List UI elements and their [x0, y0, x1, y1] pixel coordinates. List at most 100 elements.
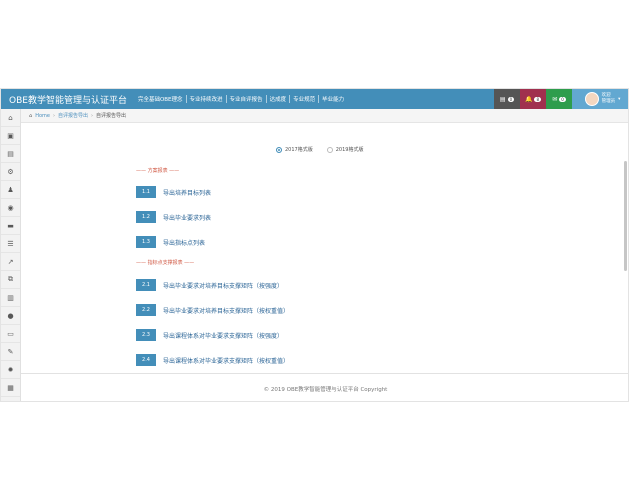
row-number[interactable]: 2.1	[136, 279, 156, 291]
sidebar-item-desktop[interactable]: ▭	[1, 325, 20, 343]
edit-icon: ✎	[7, 347, 14, 356]
caret-down-icon: ▾	[618, 96, 621, 102]
user-icon: ♟	[7, 185, 14, 194]
export-row[interactable]: 1.1 导出培养目标列表	[136, 186, 211, 198]
breadcrumb-level1[interactable]: 自评报告导出	[58, 112, 88, 119]
desktop-icon: ▭	[7, 329, 14, 338]
row-label[interactable]: 导出课程体系对毕业要求支撑矩阵（按权重值）	[163, 356, 289, 365]
format-radio-group: 2017格式版 2019格式版	[276, 146, 363, 153]
sidebar-item-user[interactable]: ♟	[1, 181, 20, 199]
sidebar-item-globe[interactable]: ◉	[1, 199, 20, 217]
line-chart-icon: ↗	[7, 257, 14, 266]
tasks-icon: ▤	[499, 95, 506, 103]
messages-badge: 0	[559, 96, 566, 102]
user-menu[interactable]: 欢迎 管理员 ▾	[572, 89, 628, 109]
row-number[interactable]: 2.2	[136, 304, 156, 316]
breadcrumb: ⌂ Home › 自评报告导出 › 自评报告导出	[21, 109, 628, 123]
radio-dot[interactable]	[276, 146, 282, 153]
sidebar-item-book[interactable]: ▤	[1, 145, 20, 163]
scrollbar-thumb[interactable]	[624, 161, 627, 271]
sidebar-item-collapse[interactable]: «	[1, 397, 20, 403]
export-row[interactable]: 2.1 导出毕业要求对培养目标支撑矩阵（按强度）	[136, 279, 283, 291]
radio-2017-format[interactable]: 2017格式版	[276, 146, 313, 153]
briefcase-icon: ▣	[7, 131, 14, 140]
sidebar-item-line-chart[interactable]: ↗	[1, 253, 20, 271]
topnav-item[interactable]: 毕业能力	[319, 95, 347, 103]
tasks-button[interactable]: ▤ 0	[494, 89, 520, 109]
sidebar-item-archive[interactable]: ▦	[1, 379, 20, 397]
sitemap-icon: ⧉	[8, 275, 13, 283]
sidebar-item-briefcase[interactable]: ▣	[1, 127, 20, 145]
user-name: 管理员	[601, 99, 616, 104]
export-row[interactable]: 1.2 导出毕业要求列表	[136, 211, 211, 223]
row-number[interactable]: 1.1	[136, 186, 156, 198]
user-info: 欢迎 管理员	[602, 93, 616, 105]
sidebar-item-edit[interactable]: ✎	[1, 343, 20, 361]
top-nav: 完全基础OBE理念 专业持续改进 专业自评报告 达成度 专业规范 毕业能力	[135, 95, 347, 103]
brand-title[interactable]: OBE教学智能管理与认证平台	[1, 93, 127, 106]
radio-2019-format[interactable]: 2019格式版	[326, 146, 364, 153]
sidebar-item-bar-chart[interactable]: ▥	[1, 289, 20, 307]
row-label[interactable]: 导出指标点列表	[163, 238, 205, 247]
row-number[interactable]: 1.3	[136, 236, 156, 248]
top-navbar: OBE教学智能管理与认证平台 完全基础OBE理念 专业持续改进 专业自评报告 达…	[1, 89, 628, 109]
folder-icon: ▬	[7, 221, 14, 230]
envelope-icon: ✉	[552, 95, 558, 103]
tasks-badge: 0	[507, 96, 515, 102]
topnav-item[interactable]: 专业持续改进	[187, 95, 227, 103]
section-heading: —— 方案报表 ——	[136, 168, 180, 174]
topnav-item[interactable]: 完全基础OBE理念	[135, 95, 187, 103]
radio-label: 2019格式版	[335, 147, 364, 153]
collapse-icon: «	[8, 402, 12, 403]
row-number[interactable]: 2.3	[136, 329, 156, 341]
page-footer: © 2019 OBE教学智能管理与认证平台 Copyright	[21, 373, 628, 401]
main-content: 2017格式版 2019格式版 —— 方案报表 —— 1.1 导出培养目标列表 …	[21, 123, 628, 373]
row-label[interactable]: 导出课程体系对毕业要求支撑矩阵（按强度）	[163, 331, 283, 340]
topnav-item[interactable]: 专业自评报告	[227, 95, 267, 103]
notifications-button[interactable]: 🔔 8	[520, 89, 546, 109]
breadcrumb-separator: ›	[52, 112, 55, 119]
export-row[interactable]: 2.4 导出课程体系对毕业要求支撑矩阵（按权重值）	[136, 354, 289, 366]
sidebar-item-comment[interactable]: ●	[1, 307, 20, 325]
topnav-item[interactable]: 达成度	[267, 95, 291, 103]
globe-icon: ◉	[7, 203, 14, 212]
export-row[interactable]: 2.2 导出毕业要求对培养目标支撑矩阵（按权重值）	[136, 304, 289, 316]
database-icon: ☰	[7, 239, 14, 248]
sidebar: ⌂ ▣ ▤ ⚙ ♟ ◉ ▬ ☰ ↗ ⧉ ▥ ● ▭ ✎ ✹ ▦ «	[1, 109, 21, 403]
app-window: OBE教学智能管理与认证平台 完全基础OBE理念 专业持续改进 专业自评报告 达…	[0, 88, 629, 402]
row-number[interactable]: 2.4	[136, 354, 156, 366]
sidebar-item-sitemap[interactable]: ⧉	[1, 271, 20, 289]
archive-icon: ▦	[7, 383, 14, 392]
row-label[interactable]: 导出毕业要求列表	[163, 213, 211, 222]
row-number[interactable]: 1.2	[136, 211, 156, 223]
topbar-actions: ▤ 0 🔔 8 ✉ 0 欢迎 管理员 ▾	[494, 89, 628, 109]
breadcrumb-separator: ›	[90, 112, 93, 119]
sidebar-item-folder[interactable]: ▬	[1, 217, 20, 235]
breadcrumb-home[interactable]: Home	[35, 113, 50, 119]
row-label[interactable]: 导出毕业要求对培养目标支撑矩阵（按权重值）	[163, 306, 289, 315]
sidebar-item-gears[interactable]: ⚙	[1, 163, 20, 181]
avatar	[584, 92, 599, 106]
book-icon: ▤	[7, 149, 14, 158]
export-row[interactable]: 2.3 导出课程体系对毕业要求支撑矩阵（按强度）	[136, 329, 283, 341]
sidebar-item-home[interactable]: ⌂	[1, 109, 20, 127]
sidebar-item-cog[interactable]: ✹	[1, 361, 20, 379]
radio-dot[interactable]	[326, 146, 333, 153]
section-heading: —— 指标点支撑报表 ——	[136, 260, 195, 266]
notifications-badge: 8	[534, 96, 542, 102]
row-label[interactable]: 导出毕业要求对培养目标支撑矩阵（按强度）	[163, 281, 283, 290]
topnav-item[interactable]: 专业规范	[290, 95, 320, 103]
export-row[interactable]: 1.3 导出指标点列表	[136, 236, 205, 248]
row-label[interactable]: 导出培养目标列表	[163, 188, 211, 197]
bar-chart-icon: ▥	[7, 293, 14, 302]
cog-icon: ✹	[7, 365, 14, 374]
home-icon: ⌂	[8, 113, 13, 122]
sidebar-item-database[interactable]: ☰	[1, 235, 20, 253]
home-icon: ⌂	[29, 112, 33, 119]
bell-icon: 🔔	[524, 95, 533, 103]
comment-icon: ●	[7, 311, 14, 320]
breadcrumb-level2: 自评报告导出	[95, 113, 126, 119]
messages-button[interactable]: ✉ 0	[546, 89, 572, 109]
gears-icon: ⚙	[7, 167, 14, 176]
radio-label: 2017格式版	[285, 147, 313, 153]
